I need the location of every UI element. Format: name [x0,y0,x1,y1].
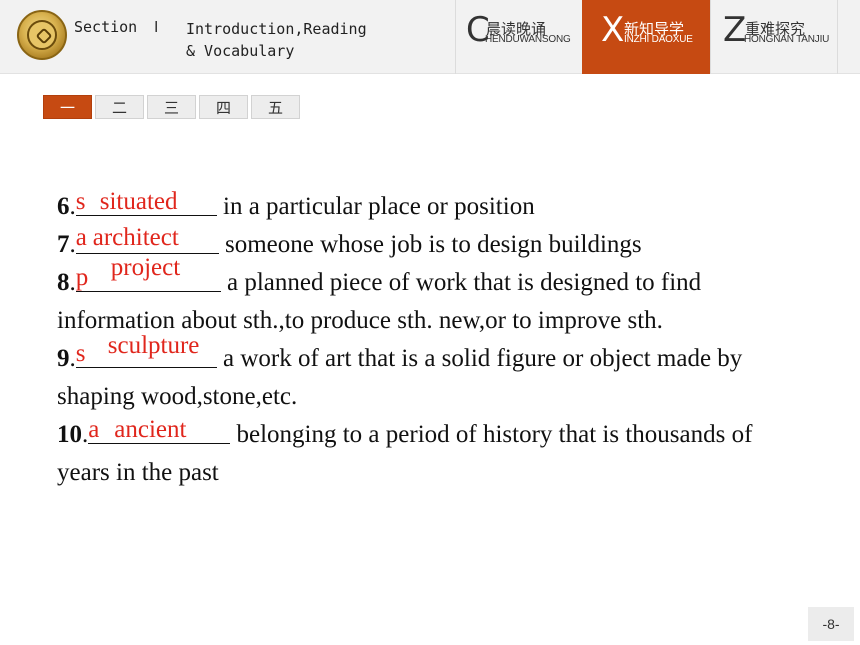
answer-text: sculpture [107,332,200,359]
answer-blank: a ancient [88,416,231,444]
tab-morning-reading[interactable]: C 晨读晚诵 HENDUWANSONG [455,0,582,74]
answer-blank: p project [75,254,221,292]
tab-pinyin: HONGNAN TANJIU [744,34,830,45]
exercise-line: 8. p project a planned piece of work that … [57,254,817,302]
tab-new-knowledge[interactable]: X 新知导学 INZHI DAOXUE [582,0,710,74]
hint-letter: a [88,416,100,443]
hint-letter: s [75,340,86,367]
header-bar: Section Ⅰ Introduction,Reading & Vocabul… [0,0,860,74]
tab-letter: Z [723,10,747,50]
exercise-content: 6. s situated in a particular place or pos… [57,188,817,492]
section-label: Section [74,18,138,36]
tab-pinyin: INZHI DAOXUE [624,34,693,45]
answer-text: ancient [114,416,187,443]
tab-key-difficulties[interactable]: Z 重难探究 HONGNAN TANJIU [710,0,837,74]
tab-part-4[interactable]: 四 [199,95,248,119]
tab-part-5[interactable]: 五 [251,95,300,119]
page-number: -8- [808,607,854,641]
exercise-line-continued: years in the past [57,459,219,486]
section-title: Introduction,Reading & Vocabulary [186,20,367,60]
answer-blank: s sculpture [75,332,217,368]
answer-text: project [110,254,181,281]
definition-text: a work of art that is a solid figure or … [216,345,743,372]
hint-letter: p [75,264,89,291]
definition-text: in a particular place or position [216,193,535,220]
definition-text: someone whose job is to design buildings [218,231,642,258]
definition-text: belonging to a period of history that is… [230,421,753,448]
item-number: 7 [57,231,70,258]
item-number: 9 [57,345,70,372]
question-tabs: 一 二 三 四 五 [43,95,300,119]
school-logo [17,10,67,60]
tab-letter: X [601,10,625,50]
tab-part-1[interactable]: 一 [43,95,92,119]
answer-text: situated [99,188,178,215]
answer-blank: s situated [75,188,217,216]
hint-letter: a [75,224,87,251]
section-number: Ⅰ [154,18,159,36]
exercise-line: 9. s sculpture a work of art that is a sol… [57,332,817,378]
hint-letter: s [75,188,86,215]
tab-part-2[interactable]: 二 [95,95,144,119]
exercise-line: 10. a ancient belonging to a period of his… [57,416,817,454]
tab-pinyin: HENDUWANSONG [485,34,571,45]
definition-text: a planned piece of work that is designed… [220,269,702,296]
item-number: 10 [57,421,82,448]
header-end-cell [837,0,860,74]
item-number: 8 [57,269,70,296]
tab-part-3[interactable]: 三 [147,95,196,119]
item-number: 6 [57,193,70,220]
